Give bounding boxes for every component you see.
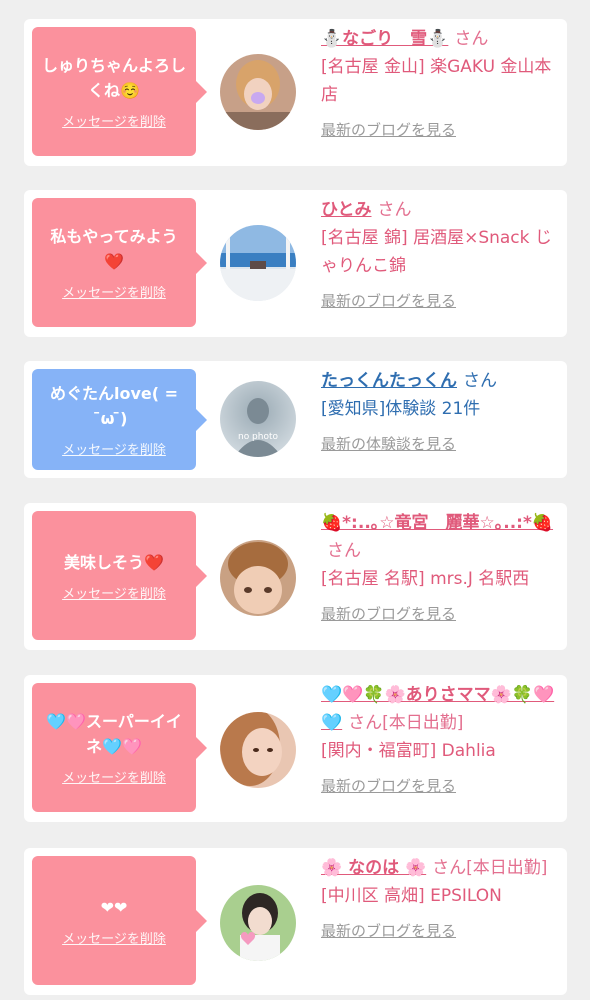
- user-info: 🩵🩷🍀🌸ありさママ🌸🍀🩷🩵 さん[本日出勤] [関内・福富町] Dahlia 最新…: [321, 681, 559, 796]
- user-info: ⛄️なごり 雪⛄️ さん [名古屋 金山] 楽GAKU 金山本店 最新のブログを見…: [321, 25, 559, 140]
- message-bubble: 🩵🩷スーパーイイネ🩵🩷 メッセージを削除: [32, 683, 207, 812]
- user-info: 🌸 なのは 🌸 さん[本日出勤] [中川区 高畑] EPSILON 最新のブログを…: [321, 854, 559, 941]
- user-name-line: 🍓*:..｡☆竜宮 麗華☆｡..:*🍓 さん: [321, 509, 559, 565]
- delete-message-link[interactable]: メッセージを削除: [62, 111, 166, 130]
- user-name-line: たっくんたっくん さん: [321, 367, 559, 395]
- avatar-photo-icon: [220, 885, 296, 961]
- delete-message-link[interactable]: メッセージを削除: [62, 439, 166, 458]
- shop-info: [中川区 高畑] EPSILON: [321, 886, 502, 906]
- review-info: [愛知県]体験談 21件: [321, 399, 481, 419]
- latest-blog-link[interactable]: 最新のブログを見る: [321, 603, 456, 624]
- shop-info: [関内・福富町] Dahlia: [321, 741, 496, 761]
- user-info: ひとみ さん [名古屋 錦] 居酒屋×Snack じゃりんこ錦 最新のブログを見る: [321, 196, 559, 311]
- avatar[interactable]: [220, 885, 296, 961]
- message-text: 🩵🩷スーパーイイネ🩵🩷: [46, 712, 182, 756]
- message-bubble: 美味しそう❤️ メッセージを削除: [32, 511, 207, 640]
- user-name-link[interactable]: ⛄️なごり 雪⛄️: [321, 29, 448, 49]
- message-bubble: 私もやってみよう❤️ メッセージを削除: [32, 198, 207, 327]
- user-name-line: ⛄️なごり 雪⛄️ さん: [321, 25, 559, 53]
- honorific: さん: [454, 29, 489, 49]
- avatar[interactable]: [220, 712, 296, 788]
- message-text: しゅりちゃんよろしくね☺️: [42, 56, 187, 100]
- delete-message-link[interactable]: メッセージを削除: [62, 583, 166, 602]
- message-text: 私もやってみよう❤️: [50, 227, 178, 271]
- honorific: さん: [377, 200, 412, 220]
- avatar-photo-icon: [220, 54, 296, 130]
- message-card: 美味しそう❤️ メッセージを削除 🍓*:..｡☆竜宮 麗華☆｡..:*🍓 さん […: [24, 503, 567, 650]
- avatar-photo-icon: [220, 712, 296, 788]
- user-name-line: ひとみ さん: [321, 196, 559, 224]
- message-bubble: めぐたんlove( = ̄ω ̄) メッセージを削除: [32, 369, 207, 470]
- avatar[interactable]: [220, 54, 296, 130]
- avatar[interactable]: [220, 225, 296, 301]
- user-name-line: 🌸 なのは 🌸 さん[本日出勤]: [321, 854, 559, 882]
- message-card: めぐたんlove( = ̄ω ̄) メッセージを削除 no photo たっくん…: [24, 361, 567, 478]
- message-text: めぐたんlove( = ̄ω ̄): [49, 384, 179, 428]
- no-photo-icon: no photo: [220, 381, 296, 457]
- user-name-link[interactable]: ひとみ: [321, 200, 372, 220]
- avatar[interactable]: [220, 540, 296, 616]
- honorific: さん[本日出勤]: [432, 858, 548, 878]
- message-card: 🩵🩷スーパーイイネ🩵🩷 メッセージを削除 🩵🩷🍀🌸ありさママ🌸🍀🩷🩵 さん[本日出…: [24, 675, 567, 822]
- user-info: 🍓*:..｡☆竜宮 麗華☆｡..:*🍓 さん [名古屋 名駅] mrs.J 名駅西…: [321, 509, 559, 624]
- avatar-photo-icon: [220, 225, 296, 301]
- user-name-line: 🩵🩷🍀🌸ありさママ🌸🍀🩷🩵 さん[本日出勤]: [321, 681, 559, 737]
- latest-blog-link[interactable]: 最新のブログを見る: [321, 775, 456, 796]
- avatar[interactable]: no photo: [220, 381, 296, 457]
- latest-blog-link[interactable]: 最新のブログを見る: [321, 290, 456, 311]
- delete-message-link[interactable]: メッセージを削除: [62, 767, 166, 786]
- user-name-link[interactable]: 🍓*:..｡☆竜宮 麗華☆｡..:*🍓: [321, 513, 553, 533]
- shop-info: [名古屋 錦] 居酒屋×Snack じゃりんこ錦: [321, 228, 552, 276]
- no-photo-text: no photo: [238, 432, 279, 442]
- shop-info: [名古屋 金山] 楽GAKU 金山本店: [321, 57, 552, 105]
- message-card: 私もやってみよう❤️ メッセージを削除 ひとみ さん [名古屋 錦] 居酒屋×Sn…: [24, 190, 567, 337]
- honorific: さん: [327, 541, 361, 561]
- latest-blog-link[interactable]: 最新のブログを見る: [321, 920, 456, 941]
- user-name-link[interactable]: 🌸 なのは 🌸: [321, 858, 426, 878]
- avatar-photo-icon: [220, 540, 296, 616]
- honorific: さん: [463, 371, 497, 391]
- message-text: ❤❤: [100, 897, 128, 917]
- message-card: ❤❤ メッセージを削除 🌸 なのは 🌸 さん[本日出勤] [中川区 高畑] EPS…: [24, 848, 567, 995]
- delete-message-link[interactable]: メッセージを削除: [62, 928, 166, 947]
- message-card: しゅりちゃんよろしくね☺️ メッセージを削除 ⛄️なごり 雪⛄️ さん [名古屋 …: [24, 19, 567, 166]
- honorific: さん[本日出勤]: [348, 713, 464, 733]
- latest-review-link[interactable]: 最新の体験談を見る: [321, 433, 456, 454]
- user-name-link[interactable]: たっくんたっくん: [321, 371, 457, 391]
- message-bubble: しゅりちゃんよろしくね☺️ メッセージを削除: [32, 27, 207, 156]
- latest-blog-link[interactable]: 最新のブログを見る: [321, 119, 456, 140]
- message-text: 美味しそう❤️: [64, 552, 164, 572]
- shop-info: [名古屋 名駅] mrs.J 名駅西: [321, 569, 530, 589]
- delete-message-link[interactable]: メッセージを削除: [62, 282, 166, 301]
- user-info: たっくんたっくん さん [愛知県]体験談 21件 最新の体験談を見る: [321, 367, 559, 454]
- message-bubble: ❤❤ メッセージを削除: [32, 856, 207, 985]
